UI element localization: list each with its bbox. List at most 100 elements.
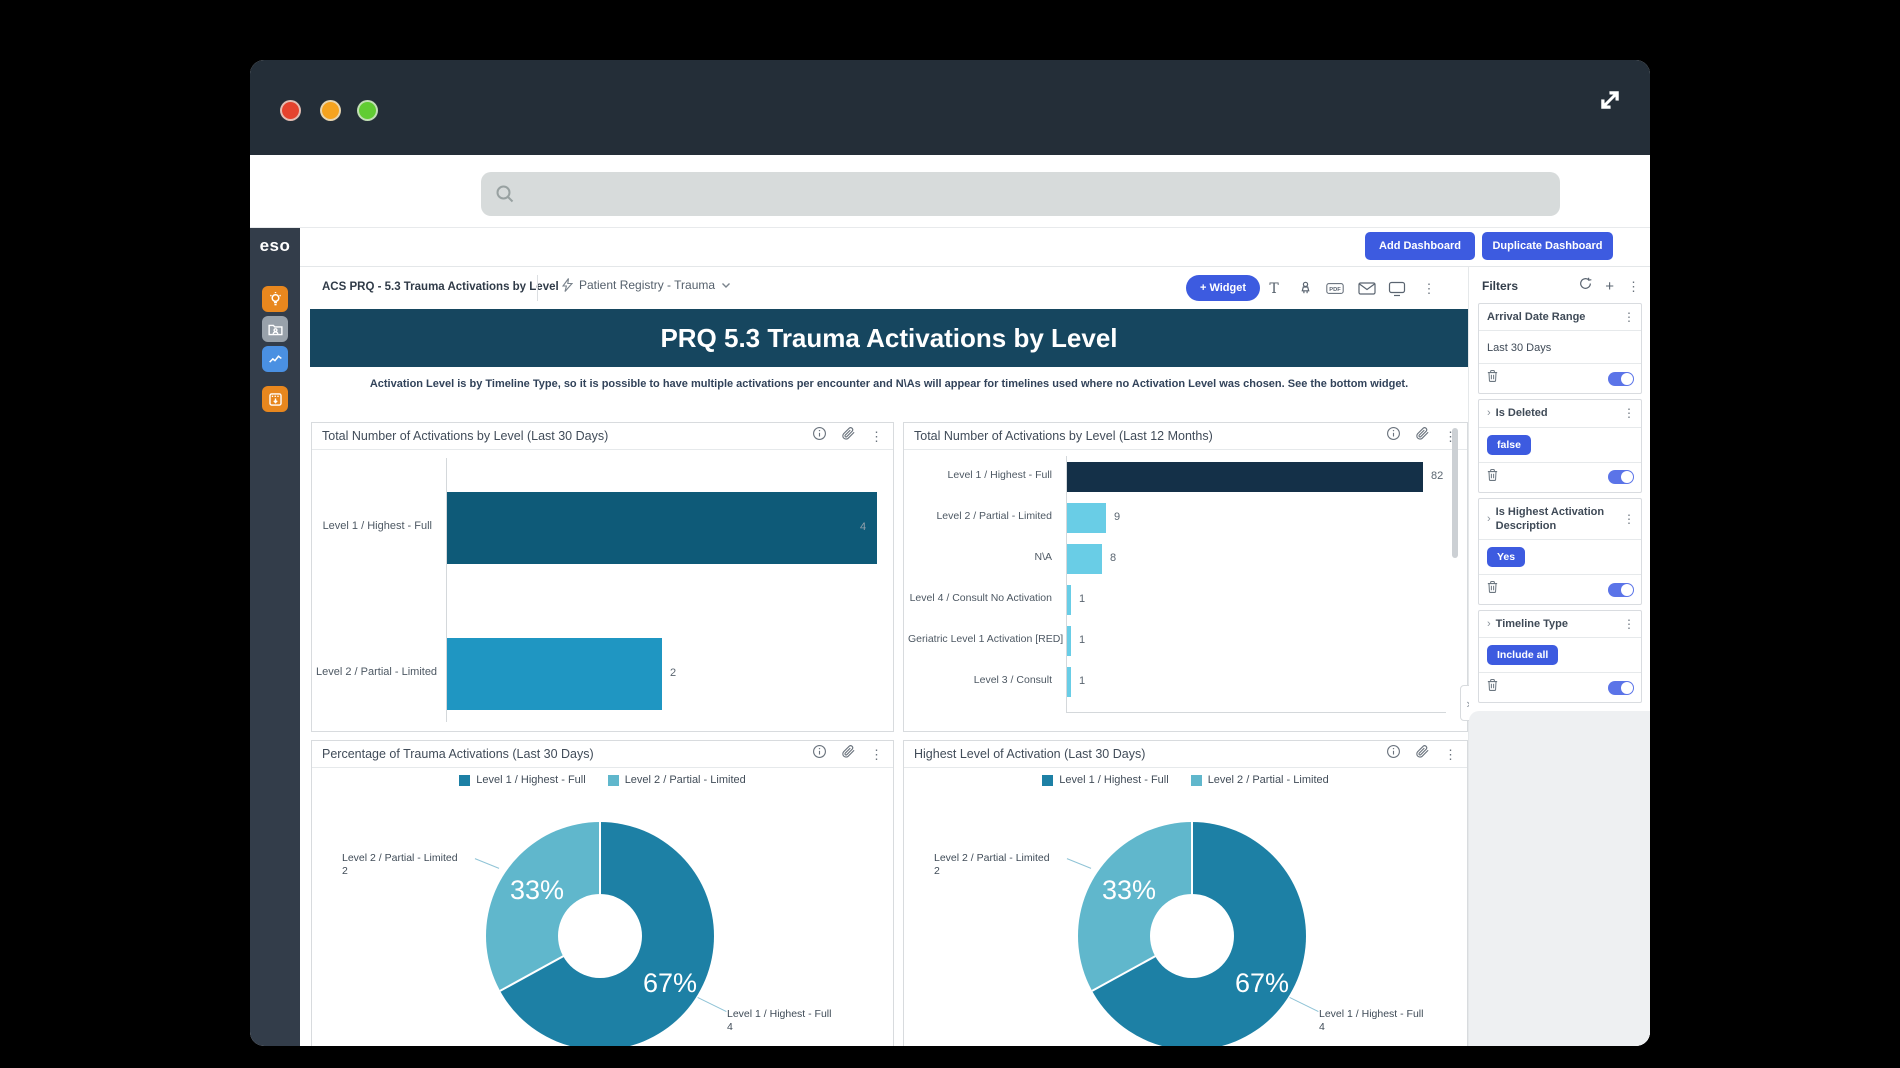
filter-toggle[interactable] [1608, 681, 1634, 695]
filter-label: Arrival Date Range [1487, 310, 1623, 324]
banner-subtitle: Activation Level is by Timeline Type, so… [310, 378, 1468, 390]
filter-card-header: ›Is Highest Activation Description⋮ [1479, 499, 1641, 541]
filter-toggle[interactable] [1608, 583, 1634, 597]
line-chart-icon [267, 351, 284, 368]
bar-value-label: 1 [1079, 593, 1085, 605]
filter-more-icon[interactable]: ⋮ [1623, 512, 1635, 526]
close-window-button[interactable] [280, 100, 301, 121]
app-sidebar: eso [250, 228, 300, 1046]
legend-label: Level 2 / Partial - Limited [625, 774, 746, 786]
dashboard-name: ACS PRQ - 5.3 Trauma Activations by Leve… [322, 281, 559, 293]
legend-item: Level 1 / Highest - Full [459, 774, 585, 786]
chart-more-icon[interactable]: ⋮ [870, 430, 883, 443]
filter-card-footer [1479, 363, 1641, 393]
info-icon[interactable] [812, 426, 827, 446]
filter-card: Arrival Date Range⋮Last 30 Days [1478, 303, 1642, 394]
dashboard-toolbar: ACS PRQ - 5.3 Trauma Activations by Leve… [300, 267, 1650, 309]
add-dashboard-button[interactable]: Add Dashboard [1365, 232, 1475, 260]
duplicate-dashboard-button[interactable]: Duplicate Dashboard [1482, 232, 1613, 260]
text-icon[interactable]: T [1265, 280, 1283, 297]
filter-value[interactable]: Include all [1487, 645, 1558, 665]
toolbar-divider [537, 275, 538, 301]
app-window: eso [250, 60, 1650, 1046]
chevron-right-icon[interactable]: › [1487, 618, 1491, 630]
donut-chart [1078, 822, 1306, 1046]
filter-toggle[interactable] [1608, 372, 1634, 386]
filter-value[interactable]: Yes [1487, 547, 1525, 567]
donut-chart [486, 822, 714, 1046]
bar-value-label: 4 [860, 521, 866, 533]
info-icon[interactable] [1386, 744, 1401, 764]
filter-more-icon[interactable]: ⋮ [1623, 310, 1635, 324]
browser-toolbar [250, 155, 1650, 228]
brush-icon[interactable] [1296, 280, 1314, 297]
email-icon[interactable] [1358, 280, 1376, 297]
bar-value-label: 82 [1431, 470, 1443, 482]
toolbar-more-icon[interactable]: ⋮ [1420, 280, 1438, 297]
chevron-down-icon [721, 282, 731, 289]
paperclip-icon[interactable] [1415, 744, 1430, 764]
filter-label: Timeline Type [1496, 617, 1623, 631]
chart-more-icon[interactable]: ⋮ [870, 748, 883, 761]
info-icon[interactable] [812, 744, 827, 764]
info-icon[interactable] [1386, 426, 1401, 446]
sidebar-item-reports[interactable] [262, 386, 288, 412]
trash-icon[interactable] [1486, 678, 1499, 697]
sidebar-item-insights[interactable] [262, 286, 288, 312]
trash-icon[interactable] [1486, 369, 1499, 388]
filter-more-icon[interactable]: ⋮ [1623, 617, 1635, 631]
trash-icon[interactable] [1486, 468, 1499, 487]
filter-more-icon[interactable]: ⋮ [1623, 406, 1635, 420]
chevron-right-icon[interactable]: › [1487, 513, 1491, 525]
legend-label: Level 1 / Highest - Full [1059, 774, 1168, 786]
trash-icon[interactable] [1486, 580, 1499, 599]
slice-percent-label: 67% [1212, 968, 1312, 999]
paperclip-icon[interactable] [841, 744, 856, 764]
refresh-icon[interactable] [1579, 277, 1592, 295]
filters-title: Filters [1482, 279, 1579, 293]
filter-value-row: Yes [1479, 540, 1641, 574]
eso-logo: eso [250, 236, 300, 256]
bar [447, 638, 662, 710]
filter-card-footer [1479, 462, 1641, 492]
bar-category-label: Level 3 / Consult [908, 674, 1052, 686]
legend-swatch [608, 775, 619, 786]
bar [447, 492, 877, 564]
bar [1067, 585, 1071, 615]
registry-selector[interactable]: Patient Registry - Trauma [562, 278, 731, 292]
sidebar-item-analytics[interactable] [262, 346, 288, 372]
pdf-icon[interactable]: PDF [1326, 280, 1344, 297]
chart-more-icon[interactable]: ⋮ [1444, 748, 1457, 761]
expand-window-icon[interactable] [1595, 85, 1625, 115]
chart-title: Total Number of Activations by Level (La… [322, 429, 812, 443]
slice-percent-label: 33% [1079, 875, 1179, 906]
minimize-window-button[interactable] [320, 100, 341, 121]
bar-category-label: Level 4 / Consult No Activation [908, 592, 1052, 604]
zoom-window-button[interactable] [357, 100, 378, 121]
add-widget-button[interactable]: + Widget [1186, 275, 1260, 301]
dashboard-scrollbar[interactable] [1452, 428, 1458, 558]
browser-search-bar[interactable] [481, 172, 1560, 216]
callout-label: Level 1 / Highest - Full4 [1319, 1008, 1467, 1034]
legend-swatch [1042, 775, 1053, 786]
filter-card: › Timeline Type⋮ Include all [1478, 610, 1642, 703]
add-filter-icon[interactable]: + [1605, 279, 1614, 294]
legend-swatch [459, 775, 470, 786]
legend-item: Level 1 / Highest - Full [1042, 774, 1168, 786]
paperclip-icon[interactable] [841, 426, 856, 446]
chevron-right-icon[interactable]: › [1487, 407, 1491, 419]
bar-category-label: N\A [908, 551, 1052, 563]
filter-toggle[interactable] [1608, 470, 1634, 484]
legend-item: Level 2 / Partial - Limited [1191, 774, 1329, 786]
sidebar-item-records[interactable] [262, 316, 288, 342]
toggle-knob [1621, 373, 1633, 385]
window-titlebar [250, 60, 1650, 155]
filter-value[interactable]: false [1487, 435, 1531, 455]
paperclip-icon[interactable] [1415, 426, 1430, 446]
lightning-icon [562, 278, 573, 292]
monitor-icon[interactable] [1388, 280, 1406, 297]
callout-line [1289, 997, 1318, 1012]
filters-more-icon[interactable]: ⋮ [1627, 280, 1640, 293]
callout-label: Level 2 / Partial - Limited2 [934, 852, 1074, 878]
donut-hole [558, 894, 642, 978]
